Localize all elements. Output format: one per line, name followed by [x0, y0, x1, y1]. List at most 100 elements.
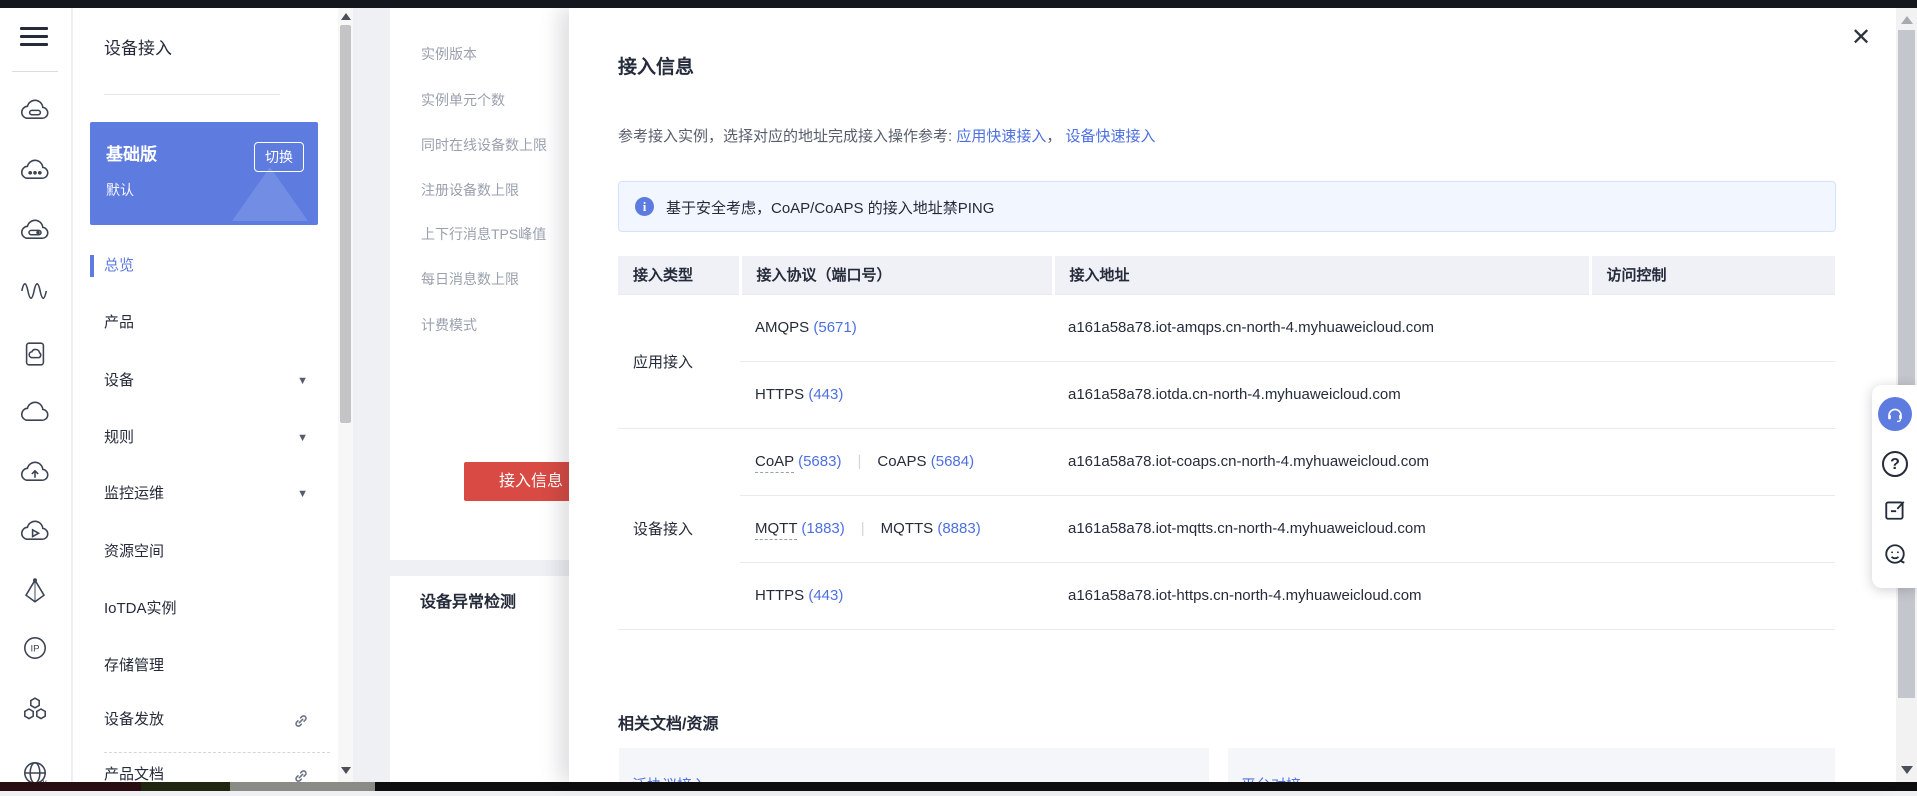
col-header-access-type: 接入类型: [618, 256, 740, 294]
doc-card-platform-integration[interactable]: 平台对接: [1228, 748, 1835, 782]
cloud-icon[interactable]: [15, 393, 55, 433]
info-icon: i: [635, 197, 654, 216]
spec-label: 实例单元个数: [421, 92, 505, 108]
edition-name: 基础版: [106, 145, 157, 164]
platform-integration-link[interactable]: 平台对接: [1241, 774, 1301, 782]
sidebar-item-overview[interactable]: 总览: [73, 251, 338, 281]
sidebar-item-storage[interactable]: 存储管理: [73, 651, 338, 681]
access-table: 接入类型 接入协议（端口号） 接入地址 访问控制 应用接入 AMQPS (567…: [618, 256, 1835, 630]
port-link[interactable]: (443): [808, 386, 843, 403]
protocol-name[interactable]: CoAP: [755, 453, 794, 473]
protocol-name: HTTPS: [755, 386, 805, 403]
table-row: 应用接入 AMQPS (5671) a161a58a78.iot-amqps.c…: [618, 293, 1835, 428]
device-anomaly-card: 设备异常检测: [390, 576, 569, 782]
hexagon-cluster-icon[interactable]: [15, 689, 55, 729]
quick-access-device-link[interactable]: 设备快速接入: [1066, 128, 1156, 145]
cloud-upload-icon[interactable]: [15, 453, 55, 493]
anomaly-card-title: 设备异常检测: [420, 594, 517, 611]
sidebar-item-iotda-instances[interactable]: IoTDA实例: [73, 594, 338, 624]
browser-top-strip: [0, 0, 1917, 8]
quick-access-app-link[interactable]: 应用快速接入: [956, 128, 1046, 145]
access-control-cell: [1590, 561, 1835, 629]
pipe-separator: |: [857, 453, 862, 470]
port-link[interactable]: (8883): [937, 520, 980, 537]
cloud-server-icon[interactable]: [15, 211, 55, 251]
access-type-cell: 设备接入: [618, 427, 740, 629]
cloud-play-icon[interactable]: [15, 512, 55, 552]
port-link[interactable]: (443): [808, 587, 843, 604]
waveform-icon[interactable]: [15, 271, 55, 311]
wallpaper-segment: [0, 782, 141, 791]
port-link[interactable]: (5671): [813, 319, 856, 336]
sidebar-item-monitoring[interactable]: 监控运维 ▼: [73, 479, 338, 509]
sidebar-item-devices[interactable]: 设备 ▼: [73, 366, 338, 396]
access-control-cell: [1590, 494, 1835, 562]
sidebar-item-device-provisioning[interactable]: 设备发放: [73, 705, 338, 735]
ip-address-icon[interactable]: IP: [15, 628, 55, 668]
link-separator: ，: [1046, 128, 1062, 145]
active-indicator: [90, 255, 94, 277]
instance-edition-card[interactable]: 基础版 切换 默认: [90, 122, 318, 225]
address-cell: a161a58a78.iotda.cn-north-4.myhuaweiclou…: [1053, 360, 1590, 428]
protocol-cell: AMQPS (5671): [740, 293, 1053, 361]
feedback-form-icon[interactable]: [1878, 493, 1912, 527]
related-docs-title: 相关文档/资源: [618, 716, 719, 733]
card-pattern: [232, 167, 308, 221]
sidebar-item-resource-spaces[interactable]: 资源空间: [73, 537, 338, 567]
access-control-cell: [1590, 293, 1835, 361]
instance-name: 默认: [106, 182, 134, 198]
col-header-protocol: 接入协议（端口号）: [738, 256, 1053, 294]
chevron-down-icon: ▼: [297, 488, 308, 500]
support-headset-icon[interactable]: [1878, 397, 1912, 431]
generic-protocol-link[interactable]: 泛协议接入: [632, 774, 707, 782]
sidebar-item-rules[interactable]: 规则 ▼: [73, 423, 338, 453]
port-link[interactable]: (5684): [931, 453, 974, 470]
banner-text: 基于安全考虑，CoAP/CoAPS 的接入地址禁PING: [666, 200, 995, 217]
rail-divider: [12, 71, 58, 72]
sidebar-item-products[interactable]: 产品: [73, 308, 338, 338]
overview-page: 实例版本 实例单元个数 同时在线设备数上限 注册设备数上限 上下行消息TPS峰值…: [353, 8, 569, 782]
prism-icon[interactable]: [15, 571, 55, 611]
protocol-name[interactable]: MQTT: [755, 520, 798, 540]
scroll-up-arrow[interactable]: [341, 13, 351, 20]
doc-card-generic-protocol[interactable]: 泛协议接入: [619, 748, 1209, 782]
help-icon[interactable]: ?: [1878, 447, 1912, 481]
scroll-down-arrow[interactable]: [341, 767, 351, 774]
table-row: HTTPS (443) a161a58a78.iot-https.cn-nort…: [618, 561, 1835, 629]
access-control-cell: [1590, 360, 1835, 428]
table-row: 设备接入 CoAP (5683) | CoAPS (5684) a161a58a78…: [618, 427, 1835, 629]
chevron-down-icon: ▼: [297, 375, 308, 387]
scrollbar-thumb[interactable]: [340, 25, 351, 423]
chevron-down-icon: ▼: [297, 432, 308, 444]
protocol-name: HTTPS: [755, 587, 805, 604]
external-link-icon: [292, 766, 310, 796]
satisfaction-survey-icon[interactable]: [1878, 537, 1912, 571]
drawer-description: 参考接入实例，选择对应的地址完成接入操作参考: 应用快速接入， 设备快速接入: [618, 125, 1156, 146]
port-link[interactable]: (5683): [798, 453, 841, 470]
spec-label: 计费模式: [421, 317, 477, 333]
content-scrollbar[interactable]: [338, 8, 353, 782]
cloud-more-icon[interactable]: [15, 151, 55, 191]
address-cell: a161a58a78.iot-mqtts.cn-north-4.myhuawei…: [1053, 494, 1590, 562]
table-row: HTTPS (443) a161a58a78.iotda.cn-north-4.…: [618, 360, 1835, 428]
port-link[interactable]: (1883): [801, 520, 844, 537]
scroll-down-arrow[interactable]: [1901, 766, 1913, 774]
access-type-cell: 应用接入: [618, 293, 740, 428]
menu-hamburger-icon[interactable]: [20, 22, 52, 52]
scroll-up-arrow[interactable]: [1901, 16, 1913, 24]
device-cloud-icon[interactable]: [15, 334, 55, 374]
wallpaper-segment: [230, 782, 375, 791]
cloud-console-icon[interactable]: [15, 91, 55, 131]
icon-rail: IP w: [0, 8, 72, 787]
spec-label: 同时在线设备数上限: [421, 137, 547, 153]
sidebar-divider: [104, 752, 330, 753]
instance-info-card: 实例版本 实例单元个数 同时在线设备数上限 注册设备数上限 上下行消息TPS峰值…: [390, 8, 569, 560]
switch-edition-button[interactable]: 切换: [254, 142, 304, 172]
address-cell: a161a58a78.iot-https.cn-north-4.myhuawei…: [1053, 561, 1590, 629]
access-info-button[interactable]: 接入信息: [464, 462, 569, 501]
address-cell: a161a58a78.iot-amqps.cn-north-4.myhuawei…: [1053, 293, 1590, 361]
description-text: 参考接入实例，选择对应的地址完成接入操作参考:: [618, 128, 957, 145]
close-icon[interactable]: ✕: [1845, 22, 1877, 54]
pipe-separator: |: [860, 520, 865, 537]
scrollbar-thumb[interactable]: [1898, 30, 1915, 698]
